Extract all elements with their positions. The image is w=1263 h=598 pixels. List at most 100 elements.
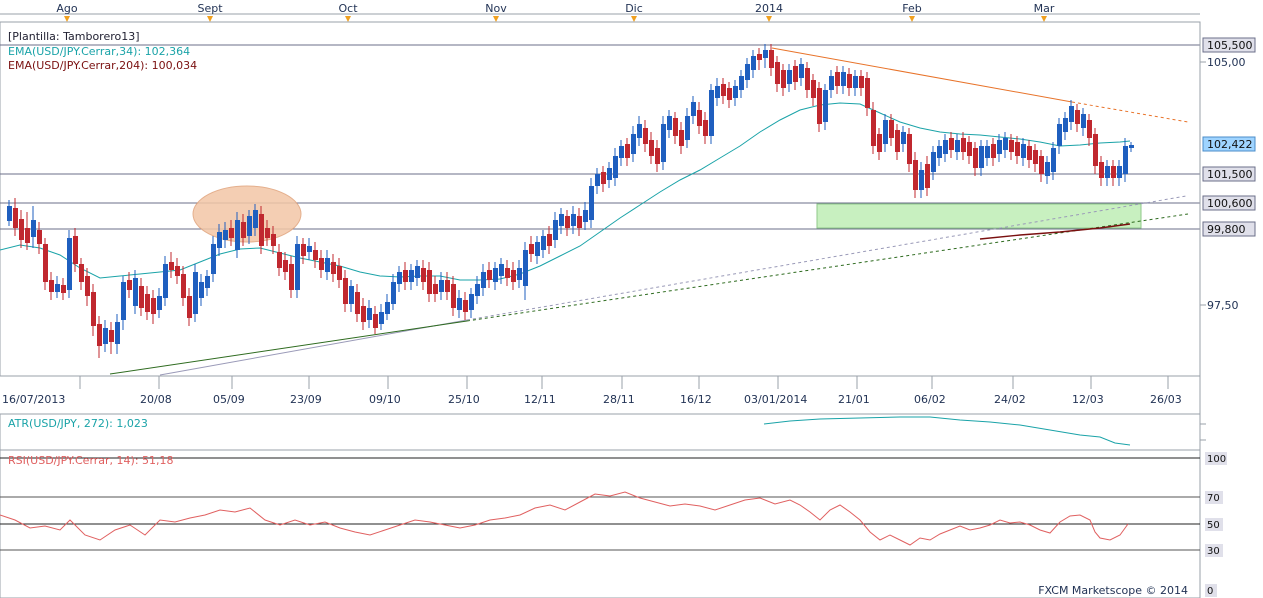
candle — [637, 124, 642, 138]
candle — [907, 134, 912, 164]
candle — [169, 262, 174, 270]
candle — [967, 142, 972, 156]
date-label: 21/01 — [838, 393, 870, 406]
candle — [1117, 166, 1122, 178]
candle — [613, 156, 618, 178]
candle — [829, 76, 834, 90]
candle — [439, 280, 444, 292]
candle — [85, 276, 90, 296]
candle — [19, 219, 24, 240]
candle — [583, 210, 588, 222]
candle — [871, 110, 876, 146]
candle — [445, 280, 450, 292]
date-axis: 16/07/2013 20/08 05/09 23/09 09/10 25/10… — [0, 375, 1200, 406]
month-label: Nov — [485, 2, 507, 15]
price-axis: 105,00 97,50 105,500 102,422 101,500 100… — [1199, 22, 1256, 598]
candle — [679, 130, 684, 146]
date-label: 05/09 — [213, 393, 245, 406]
candle — [145, 294, 150, 312]
candle — [37, 230, 42, 244]
month-label: Ago — [56, 2, 78, 15]
candle — [211, 244, 216, 274]
candle — [343, 278, 348, 304]
candle — [61, 285, 66, 293]
candle — [835, 72, 840, 86]
price-tag-text: 105,500 — [1207, 39, 1253, 52]
candle — [7, 206, 12, 221]
candle — [505, 268, 510, 278]
date-label: 23/09 — [290, 393, 322, 406]
candle — [91, 292, 96, 326]
support-zone — [816, 203, 1142, 229]
candle — [199, 282, 204, 298]
candle — [721, 84, 726, 96]
candle — [565, 216, 570, 228]
candle — [787, 70, 792, 84]
atr-panel[interactable]: ATR(USD/JPY, 272): 1,023 — [0, 413, 1206, 451]
candle — [619, 146, 624, 158]
candle — [1033, 150, 1038, 164]
date-label: 24/02 — [994, 393, 1026, 406]
candle — [607, 168, 612, 180]
candle — [535, 242, 540, 256]
candle — [355, 292, 360, 314]
month-label: Feb — [902, 2, 921, 15]
candle — [763, 50, 768, 58]
rsi-legend: RSI(USD/JPY.Cerrar, 14): 51,18 — [8, 454, 174, 467]
candle — [1021, 144, 1026, 158]
date-label: 12/11 — [524, 393, 556, 406]
rsi-panel[interactable]: RSI(USD/JPY.Cerrar, 14): 51,18 100 70 50… — [0, 449, 1227, 598]
candle — [289, 264, 294, 290]
candle — [751, 56, 756, 70]
fx-chart[interactable]: Ago Sept Oct Nov Dic 2014 Feb Mar [Plant… — [0, 0, 1263, 598]
candle — [541, 236, 546, 250]
candle — [313, 250, 318, 260]
month-label: Mar — [1034, 2, 1055, 15]
price-tag-text: 102,422 — [1207, 138, 1253, 151]
month-label: 2014 — [755, 2, 783, 15]
footer-credit: FXCM Marketscope © 2014 — [1038, 584, 1188, 597]
candle — [691, 102, 696, 116]
candle — [883, 120, 888, 144]
rsi-tick-label: 70 — [1207, 493, 1220, 504]
candle — [187, 296, 192, 318]
month-label: Oct — [338, 2, 358, 15]
date-label: 03/01/2014 — [744, 393, 807, 406]
candle — [67, 238, 72, 290]
candle — [1087, 120, 1092, 138]
candle — [127, 280, 132, 290]
candle — [457, 298, 462, 310]
candle — [109, 330, 114, 342]
candle — [1045, 162, 1050, 176]
date-label: 16/07/2013 — [2, 393, 65, 406]
candle — [955, 140, 960, 152]
month-label: Dic — [625, 2, 643, 15]
rsi-axis: 100 70 50 30 0 — [1205, 452, 1227, 597]
month-marker-icon — [1041, 16, 1047, 22]
candle — [745, 64, 750, 80]
candle — [307, 246, 312, 252]
month-marker-icon — [493, 16, 499, 22]
candle — [241, 222, 246, 238]
candle — [661, 124, 666, 162]
candle — [1027, 146, 1032, 160]
candle — [259, 214, 264, 246]
price-tag-text: 100,600 — [1207, 197, 1253, 210]
candle — [481, 272, 486, 288]
candle — [475, 284, 480, 296]
price-panel[interactable]: [Plantilla: Tamborero13] EMA(USD/JPY.Cer… — [0, 21, 1201, 406]
candle — [1039, 156, 1044, 174]
candle — [13, 208, 18, 228]
candle — [1063, 118, 1068, 132]
candle — [943, 140, 948, 154]
candle — [349, 286, 354, 304]
template-label: [Plantilla: Tamborero13] — [8, 30, 140, 43]
candle — [1111, 166, 1116, 178]
candle — [277, 252, 282, 268]
candle — [805, 68, 810, 90]
candle — [979, 146, 984, 168]
candle — [175, 266, 180, 276]
candle — [451, 284, 456, 308]
month-marker-icon — [64, 16, 70, 22]
month-ruler: Ago Sept Oct Nov Dic 2014 Feb Mar — [0, 0, 1263, 22]
